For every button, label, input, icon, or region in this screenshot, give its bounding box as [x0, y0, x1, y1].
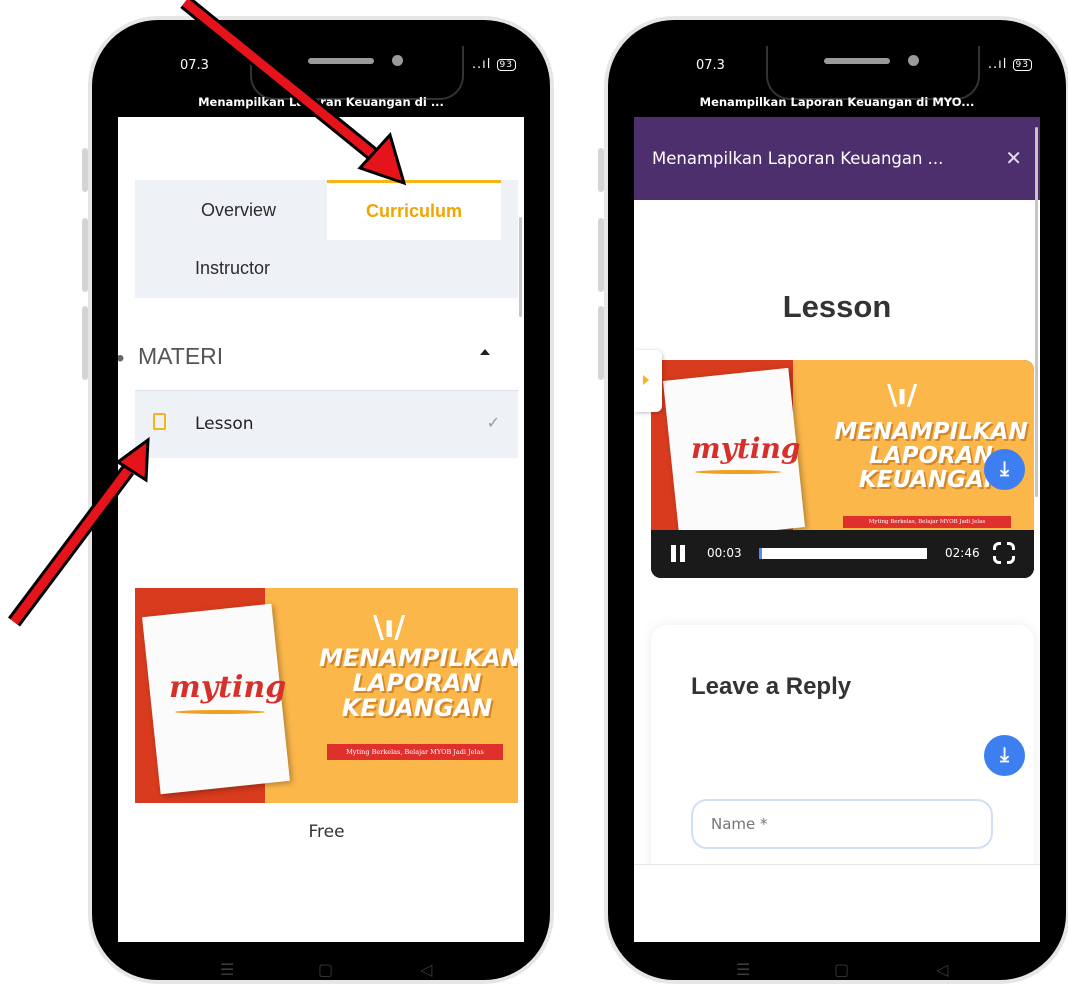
section-bullet: •: [118, 345, 124, 373]
logo-swoosh: [175, 710, 265, 714]
battery-icon: 93: [496, 59, 516, 71]
signal-icon: ..ıl: [987, 57, 1008, 72]
banner-headline: MENAMPILKAN LAPORAN KEUANGAN: [319, 644, 518, 723]
video-player[interactable]: myting \ı/ MENAMPILKAN LAPORAN KEUANGAN …: [651, 360, 1034, 578]
scrollbar[interactable]: [519, 217, 522, 317]
side-button: [82, 218, 88, 292]
myting-logo: myting: [691, 432, 801, 465]
left-phone-frame: 07.3 ..ıl 93 Menampilkan Laporan Keuanga…: [82, 20, 550, 980]
bottom-bar: [634, 864, 1040, 942]
signal-battery: ..ıl 93: [472, 57, 516, 72]
status-time: 07.3: [180, 58, 209, 73]
duration: 02:46: [945, 546, 980, 560]
sidebar-toggle-button[interactable]: [634, 350, 662, 412]
course-banner-image: myting \ı/ MENAMPILKAN LAPORAN KEUANGAN …: [135, 588, 518, 803]
signal-battery: ..ıl 93: [988, 57, 1032, 72]
lesson-header-title: Menampilkan Laporan Keuangan ...: [652, 149, 944, 168]
status-time: 07.3: [696, 58, 725, 73]
android-nav-bar: ☰ ▢ ◁: [118, 942, 524, 985]
back-icon[interactable]: ◁: [420, 960, 432, 979]
banner-tagline: Myting Berkelas, Belajar MYOB Jadi Jelas: [843, 516, 1011, 528]
lesson-header-bar: Menampilkan Laporan Keuangan ... ✕: [634, 117, 1040, 200]
scrollbar[interactable]: [1035, 127, 1038, 497]
course-tabs: Overview Curriculum Instructor: [135, 180, 518, 298]
video-thumbnail: myting \ı/ MENAMPILKAN LAPORAN KEUANGAN …: [651, 360, 1034, 530]
banner-rays: \ı/: [887, 378, 918, 411]
side-button: [82, 306, 88, 380]
tab-instructor[interactable]: Instructor: [195, 258, 270, 279]
lesson-list-item[interactable]: Lesson ✓: [135, 390, 518, 458]
lesson-label: Lesson: [195, 414, 254, 434]
status-bar: 07.3 ..ıl 93: [118, 46, 524, 100]
side-button: [598, 218, 604, 292]
tab-curriculum[interactable]: Curriculum: [327, 180, 501, 240]
signal-icon: ..ıl: [471, 57, 492, 72]
document-icon: [153, 413, 166, 430]
screenshot-stage: 07.3 ..ıl 93 Menampilkan Laporan Keuanga…: [0, 0, 1068, 985]
current-time: 00:03: [707, 546, 742, 560]
left-screen: Overview Curriculum Instructor • MATERI …: [118, 117, 524, 942]
page-title: Lesson: [782, 289, 892, 324]
banner-rays: \ı/: [373, 610, 406, 645]
android-nav-bar: ☰ ▢ ◁: [634, 942, 1040, 985]
side-button: [598, 306, 604, 380]
back-icon[interactable]: ◁: [936, 960, 948, 979]
reply-heading: Leave a Reply: [691, 673, 852, 700]
check-icon: ✓: [486, 413, 500, 432]
logo-swoosh: [695, 470, 781, 474]
chevron-right-icon: [643, 375, 649, 385]
progress-bar[interactable]: [759, 548, 927, 559]
home-icon[interactable]: ▢: [834, 960, 849, 979]
window-title: Menampilkan Laporan Keuangan di ...: [198, 95, 444, 109]
right-phone-frame: 07.3 ..ıl 93 Menampilkan Laporan Keuanga…: [598, 20, 1066, 980]
caret-up-icon[interactable]: [480, 349, 490, 355]
banner-tagline: Myting Berkelas, Belajar MYOB Jadi Jelas: [327, 744, 503, 760]
name-field[interactable]: [691, 799, 993, 849]
battery-icon: 93: [1012, 59, 1032, 71]
download-icon[interactable]: ⤓: [984, 449, 1025, 490]
side-button: [598, 148, 604, 192]
tab-overview[interactable]: Overview: [201, 200, 276, 221]
right-screen: Menampilkan Laporan Keuangan ... ✕ Lesso…: [634, 117, 1040, 942]
menu-icon[interactable]: ☰: [220, 960, 234, 979]
section-title: MATERI: [138, 343, 224, 369]
side-button: [82, 148, 88, 192]
pause-icon[interactable]: [671, 545, 685, 562]
price-label: Free: [308, 822, 345, 842]
status-bar: 07.3 ..ıl 93: [634, 46, 1040, 100]
fullscreen-icon[interactable]: [992, 541, 1016, 565]
close-icon[interactable]: ✕: [1005, 146, 1022, 170]
myting-logo: myting: [169, 670, 287, 705]
video-controls: 00:03 02:46: [651, 530, 1034, 578]
home-icon[interactable]: ▢: [318, 960, 333, 979]
download-icon[interactable]: ⤓: [984, 735, 1025, 776]
menu-icon[interactable]: ☰: [736, 960, 750, 979]
window-title: Menampilkan Laporan Keuangan di MYO...: [699, 95, 975, 109]
section-header-materi[interactable]: • MATERI: [118, 331, 518, 387]
